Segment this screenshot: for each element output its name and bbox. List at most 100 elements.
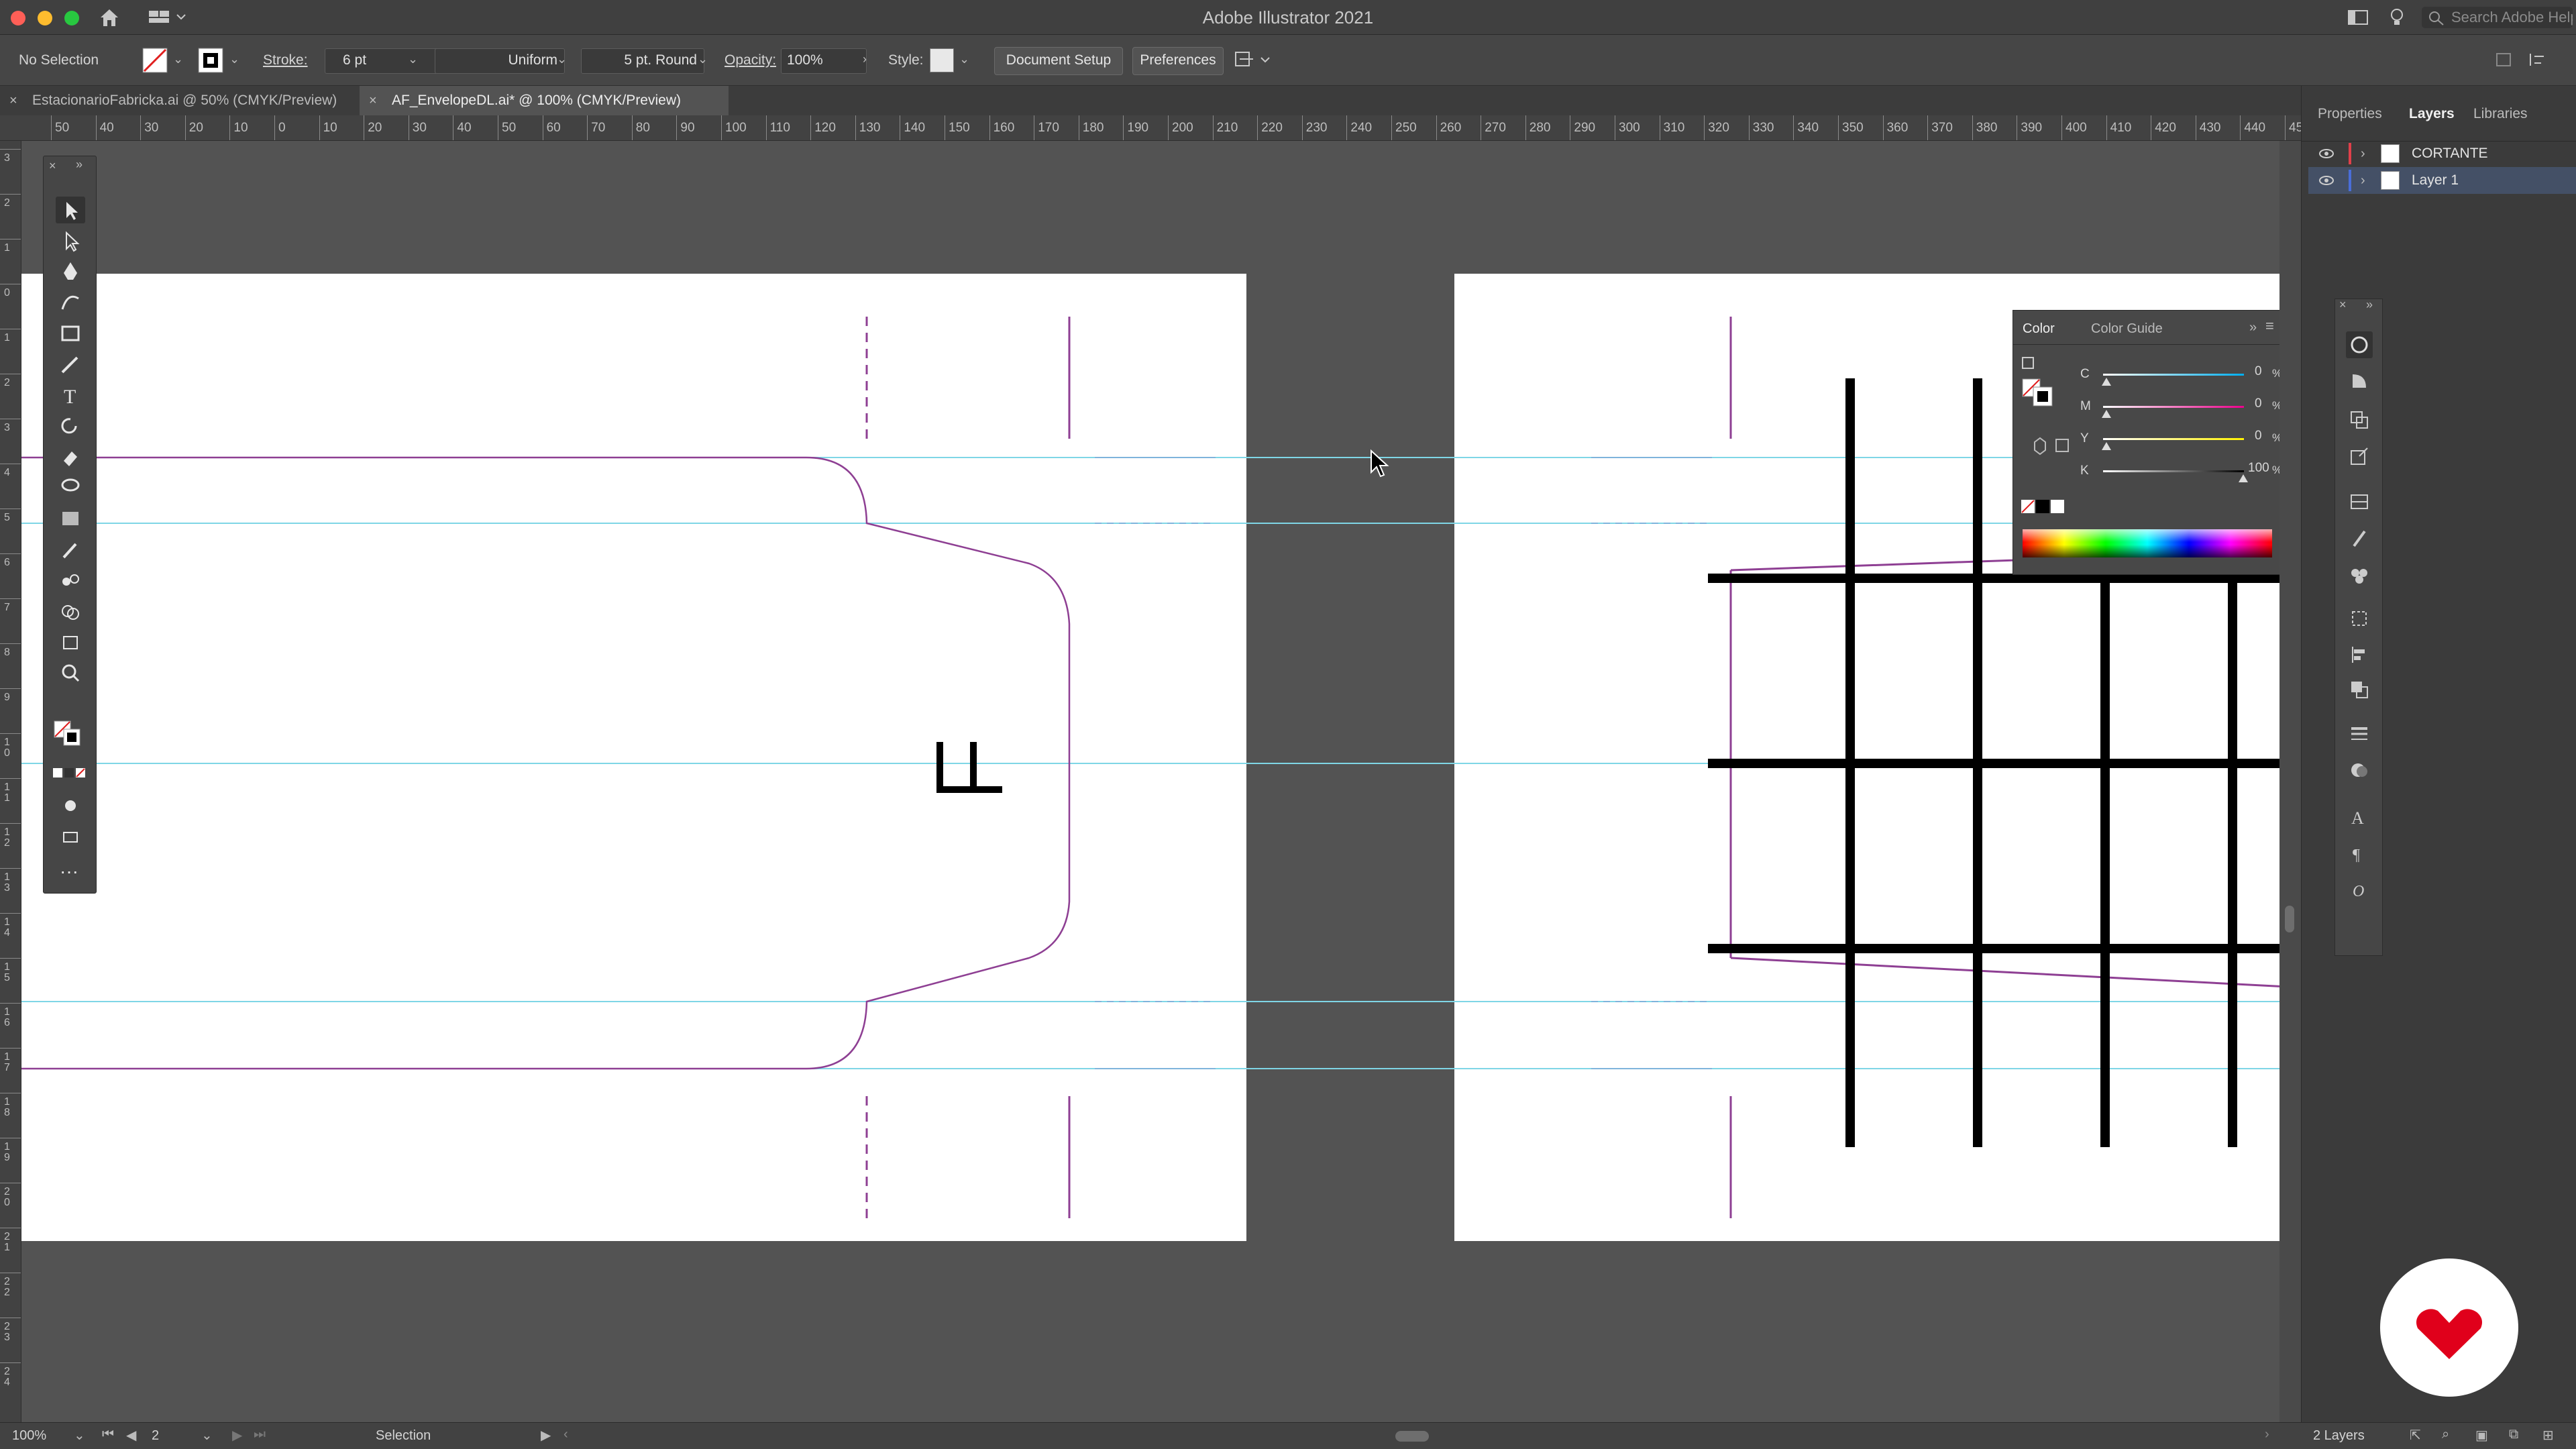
zoom-tool-icon[interactable] — [56, 659, 85, 686]
tab-color[interactable]: Color — [2023, 321, 2055, 337]
stroke-dropdown-icon[interactable]: ⌄ — [229, 52, 239, 66]
export-layer-icon[interactable]: ⇱ — [2410, 1427, 2421, 1444]
home-icon[interactable] — [98, 7, 121, 28]
gradient-panel-icon[interactable] — [2346, 757, 2373, 784]
screen-mode-icon[interactable] — [56, 823, 85, 850]
expand-layer-icon[interactable]: › — [2361, 140, 2365, 167]
vertical-scrollbar[interactable] — [2279, 141, 2301, 1422]
selection-tool-icon[interactable] — [56, 197, 85, 223]
first-artboard-icon[interactable]: ⏮ — [102, 1427, 114, 1442]
arrange-menu-icon[interactable] — [1233, 48, 1273, 72]
tab-estacionario[interactable]: × EstacionarioFabricka.ai @ 50% (CMYK/Pr… — [0, 86, 400, 115]
brush-definition-select[interactable]: 5 pt. Round — [581, 48, 704, 74]
magenta-slider-thumb[interactable] — [2102, 410, 2111, 418]
cyan-slider-track[interactable] — [2103, 374, 2244, 376]
fill-stroke-indicator[interactable] — [2020, 355, 2067, 409]
stroke-weight-dropdown-icon[interactable]: ⌄ — [408, 52, 418, 66]
align-options-icon[interactable] — [2493, 48, 2516, 71]
locate-object-icon[interactable]: ⌕ — [2442, 1427, 2449, 1442]
style-swatch[interactable] — [930, 48, 954, 72]
vertical-ruler[interactable]: 3 2 1 0 1 2 3 4 5 6 7 8 9 10 11 12 13 14 15 16 17 18 19 20 21 22 2… — [0, 141, 21, 1422]
shape-builder-tool-icon[interactable] — [56, 598, 85, 625]
fill-stroke-widget[interactable] — [50, 701, 91, 748]
last-artboard-icon[interactable]: ⏭ — [254, 1427, 266, 1442]
scroll-right-icon[interactable]: › — [2265, 1427, 2269, 1442]
opacity-input[interactable]: 100% — [781, 48, 867, 74]
cyan-slider-thumb[interactable] — [2102, 378, 2111, 386]
layer-row-cortante[interactable]: › CORTANTE — [2308, 140, 2576, 167]
opacity-expand-icon[interactable]: › — [863, 52, 867, 66]
channel-value[interactable]: 100 — [2248, 461, 2275, 476]
layer-row-layer-1[interactable]: › Layer 1 — [2308, 167, 2576, 194]
opacity-label[interactable]: Opacity: — [724, 35, 776, 86]
zoom-window-button[interactable] — [64, 11, 79, 25]
stroke-panel-icon[interactable] — [2346, 720, 2373, 747]
arrange-documents-icon[interactable] — [2347, 8, 2371, 27]
pen-tool-icon[interactable] — [56, 258, 85, 285]
appearance-panel-icon[interactable] — [2346, 331, 2373, 358]
close-tab-icon[interactable]: × — [369, 86, 377, 115]
layer-name[interactable]: CORTANTE — [2412, 140, 2488, 167]
close-tab-icon[interactable]: × — [9, 86, 17, 115]
zoom-level[interactable]: 100% — [12, 1428, 46, 1444]
new-sublayer-icon[interactable]: ⧉ — [2509, 1427, 2518, 1442]
visibility-eye-icon[interactable] — [2318, 147, 2335, 160]
tab-properties[interactable]: Properties — [2318, 106, 2382, 122]
preferences-button[interactable]: Preferences — [1132, 47, 1224, 75]
scroll-left-icon[interactable]: ‹ — [564, 1427, 568, 1442]
visibility-eye-icon[interactable] — [2318, 174, 2335, 187]
eraser-tool-icon[interactable] — [56, 443, 85, 470]
stroke-label[interactable]: Stroke: — [263, 35, 308, 86]
magenta-slider-track[interactable] — [2103, 406, 2244, 408]
previous-artboard-icon[interactable]: ◀ — [126, 1427, 136, 1444]
fill-dropdown-icon[interactable]: ⌄ — [173, 52, 183, 66]
rectangle-tool-icon[interactable] — [56, 320, 85, 347]
canvas[interactable] — [21, 141, 2301, 1422]
paragraph-panel-icon[interactable]: ¶ — [2346, 840, 2373, 867]
document-setup-button[interactable]: Document Setup — [994, 47, 1123, 75]
export-panel-icon[interactable] — [2346, 443, 2373, 470]
fill-swatch[interactable] — [142, 48, 169, 73]
panel-expand-icon[interactable]: » — [2249, 320, 2257, 335]
curvature-tool-icon[interactable] — [56, 289, 85, 316]
black-slider-track[interactable] — [2103, 470, 2244, 472]
status-menu-icon[interactable]: ▶ — [541, 1427, 551, 1444]
symbols-panel-icon[interactable] — [2346, 561, 2373, 588]
tab-layers[interactable]: Layers — [2409, 106, 2455, 122]
expand-strip-icon[interactable]: » — [2366, 298, 2373, 312]
lasso-tool-icon[interactable] — [56, 474, 85, 501]
yellow-slider-track[interactable] — [2103, 438, 2244, 440]
tab-color-guide[interactable]: Color Guide — [2091, 321, 2163, 337]
panel-options-icon[interactable] — [2526, 48, 2553, 71]
artboards-panel-icon[interactable] — [2346, 605, 2373, 632]
style-dropdown-icon[interactable]: ⌄ — [959, 52, 969, 66]
horizontal-ruler[interactable]: 50 40 30 20 10 0 10 20 30 40 50 60 70 80 90 100 110 120 13… — [0, 115, 2301, 141]
quick-swatches[interactable] — [2020, 497, 2067, 517]
clipping-mask-icon[interactable]: ▣ — [2475, 1427, 2488, 1444]
pathfinder-panel-icon[interactable] — [2346, 676, 2373, 703]
more-tools-icon[interactable]: ··· — [60, 861, 78, 882]
new-layer-icon[interactable]: ⊞ — [2542, 1427, 2554, 1444]
artboard-dropdown-icon[interactable]: ⌄ — [201, 1427, 213, 1444]
drawing-modes-icon[interactable] — [56, 792, 85, 819]
out-of-gamut-icon[interactable] — [2031, 435, 2071, 462]
rotate-tool-icon[interactable] — [56, 413, 85, 439]
artboard-number[interactable]: 2 — [152, 1428, 159, 1444]
minimize-window-button[interactable] — [38, 11, 52, 25]
expand-layer-icon[interactable]: › — [2361, 167, 2365, 194]
align-panel-icon[interactable] — [2346, 641, 2373, 668]
next-artboard-icon[interactable]: ▶ — [232, 1427, 242, 1444]
transform-panel-icon[interactable] — [2346, 407, 2373, 433]
tab-libraries[interactable]: Libraries — [2473, 106, 2528, 122]
opentype-panel-icon[interactable]: O — [2346, 876, 2373, 903]
panel-menu-icon[interactable]: ≡ — [2265, 317, 2274, 335]
horizontal-scrollbar-thumb[interactable] — [1395, 1431, 1429, 1442]
direct-selection-tool-icon[interactable] — [56, 227, 85, 254]
yellow-slider-thumb[interactable] — [2102, 442, 2111, 450]
type-tool-icon[interactable]: T — [56, 382, 85, 409]
blend-tool-icon[interactable] — [56, 567, 85, 594]
paintbrush-tool-icon[interactable] — [56, 351, 85, 378]
zoom-dropdown-icon[interactable]: ⌄ — [74, 1427, 85, 1444]
brushes-panel-icon[interactable] — [2346, 525, 2373, 551]
layer-name[interactable]: Layer 1 — [2412, 167, 2459, 194]
